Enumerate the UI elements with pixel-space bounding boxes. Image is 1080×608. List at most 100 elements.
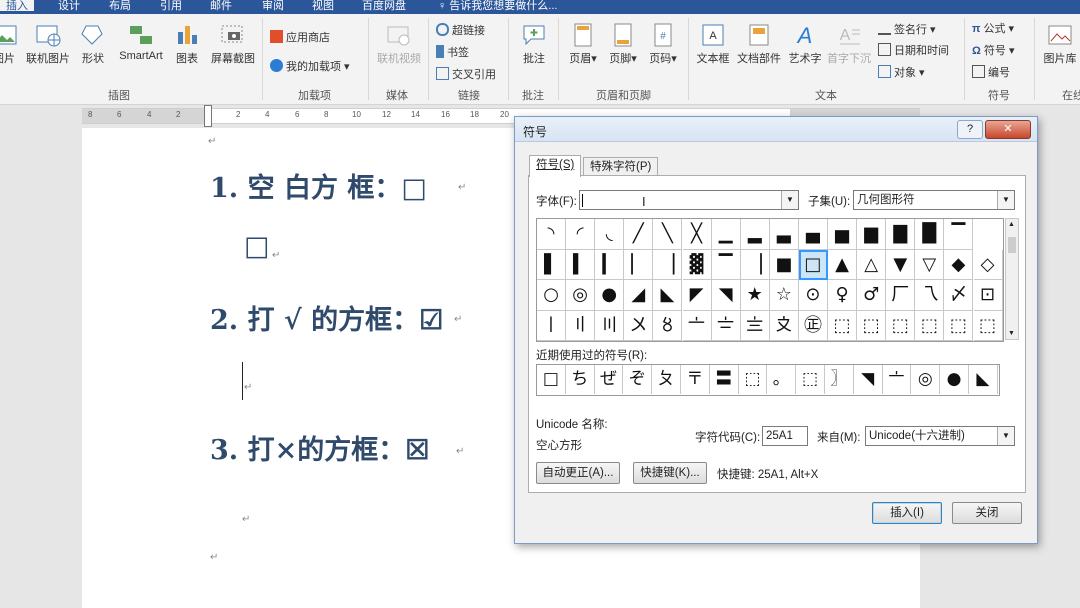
symbol-cell[interactable]: ◣ — [653, 280, 683, 311]
document-line-3[interactable]: 3. 打×的方框：☒ — [210, 428, 429, 467]
tab-review[interactable]: 审阅 — [262, 0, 284, 13]
symbol-cell[interactable]: ▄ — [798, 219, 828, 250]
symbol-cell[interactable]: ⬚ — [886, 310, 916, 341]
symbol-cell[interactable]: ▃ — [769, 219, 799, 250]
tab-layout[interactable]: 布局 — [109, 0, 131, 13]
symbol-cell[interactable]: △ — [857, 249, 887, 280]
symbol-cell[interactable]: ⬚ — [857, 310, 887, 341]
tab-design[interactable]: 设计 — [58, 0, 80, 13]
chevron-down-icon[interactable]: ▼ — [997, 427, 1014, 445]
scroll-up-icon[interactable]: ▲ — [1008, 221, 1015, 228]
drop-cap-button[interactable]: A 首字下沉 — [826, 22, 872, 66]
wordart-button[interactable]: A 艺术字 — [786, 22, 824, 66]
symbol-cell[interactable]: 〧 — [711, 310, 741, 341]
symbol-cell[interactable]: ▆ — [857, 219, 887, 250]
symbol-cell[interactable]: 〤 — [624, 310, 654, 341]
number-button[interactable]: 编号 — [972, 64, 1010, 80]
char-code-input[interactable]: 25A1 — [762, 426, 808, 446]
symbol-cell[interactable]: ◆ — [944, 249, 974, 280]
symbol-cell[interactable]: ╱ — [624, 219, 654, 250]
my-addins-button[interactable]: 我的加载项 ▾ — [270, 58, 350, 74]
scroll-down-icon[interactable]: ▼ — [1008, 330, 1015, 337]
close-window-button[interactable]: ✕ — [985, 120, 1031, 139]
symbol-cell[interactable]: 〩 — [769, 310, 799, 341]
symbol-cell[interactable]: 〡 — [537, 310, 567, 341]
recent-symbol-cell[interactable]: ㄆ — [652, 365, 681, 394]
symbol-cell[interactable]: ◇ — [973, 249, 1003, 280]
recent-symbol-cell[interactable]: 〗 — [825, 365, 854, 394]
recent-symbol-cell[interactable]: 〓 — [710, 365, 739, 394]
symbol-cell[interactable]: ▎ — [595, 249, 625, 280]
recent-symbol-cell[interactable]: 〦 — [883, 365, 912, 394]
equation-button[interactable]: π 公式 ▾ — [972, 20, 1014, 36]
symbol-cell[interactable]: ⊙ — [798, 280, 828, 311]
smartart-button[interactable]: SmartArt — [114, 22, 168, 62]
page-number-button[interactable]: # 页码▾ — [646, 22, 680, 66]
object-button[interactable]: 对象 ▾ — [878, 64, 925, 80]
symbol-cell[interactable]: ▁ — [711, 219, 741, 250]
symbol-cell[interactable]: ◜ — [566, 219, 596, 250]
cross-reference-button[interactable]: 交叉引用 — [436, 66, 496, 82]
symbol-cell[interactable]: ▽ — [915, 249, 945, 280]
symbol-button[interactable]: Ω 符号 ▾ — [972, 42, 1014, 58]
tab-baidu-netdisk[interactable]: 百度网盘 — [362, 0, 406, 13]
screenshot-button[interactable]: 屏幕截图 — [208, 22, 258, 66]
symbol-cell[interactable]: ◝ — [537, 219, 567, 250]
symbol-cell[interactable]: 〥 — [653, 310, 683, 341]
symbol-cell[interactable]: ◥ — [711, 280, 741, 311]
symbol-cell[interactable]: ▏ — [624, 249, 654, 280]
symbol-cell[interactable]: ◢ — [624, 280, 654, 311]
online-pictures-button[interactable]: 联机图片 — [22, 22, 74, 66]
tab-view[interactable]: 视图 — [312, 0, 334, 13]
symbol-grid-scrollbar[interactable]: ▲ ▼ — [1005, 218, 1019, 340]
symbol-cell[interactable]: ▂ — [740, 219, 770, 250]
symbol-cell[interactable]: ▅ — [828, 219, 858, 250]
symbol-cell[interactable]: ♀ — [828, 280, 858, 311]
symbol-cell[interactable]: ⬚ — [944, 310, 974, 341]
recent-symbol-cell[interactable]: ち — [566, 365, 595, 394]
header-button[interactable]: 页眉▾ — [566, 22, 600, 66]
recent-symbol-cell[interactable]: ぜ — [595, 365, 624, 394]
symbol-cell[interactable]: 厂 — [886, 280, 916, 311]
symbol-cell[interactable]: ▓ — [682, 249, 712, 280]
picture-button[interactable]: 图片 — [0, 22, 17, 66]
chevron-down-icon[interactable]: ▼ — [997, 191, 1014, 209]
date-time-button[interactable]: 日期和时间 — [878, 42, 949, 58]
close-button[interactable]: 关闭 — [952, 502, 1022, 524]
symbol-cell[interactable]: ▼ — [886, 249, 916, 280]
shortcut-key-button[interactable]: 快捷键(K)... — [633, 462, 707, 484]
symbol-cell[interactable]: □ — [798, 249, 828, 280]
symbol-cell[interactable]: ☆ — [769, 280, 799, 311]
recent-symbol-cell[interactable]: ぞ — [623, 365, 653, 394]
recent-symbol-cell[interactable]: ● — [940, 365, 969, 394]
shapes-button[interactable]: 形状 — [78, 22, 108, 66]
symbol-cell[interactable]: 〨 — [740, 310, 770, 341]
symbol-cell[interactable]: 〣 — [595, 310, 625, 341]
symbol-cell[interactable]: ㊣ — [798, 310, 828, 341]
symbol-cell[interactable]: █ — [915, 219, 945, 250]
tab-references[interactable]: 引用 — [160, 0, 182, 13]
document-line-1b[interactable]: □ — [244, 231, 270, 262]
symbol-cell[interactable]: ▌ — [537, 249, 567, 280]
picture-gallery-button[interactable]: 图片库 — [1040, 22, 1080, 66]
symbol-cell[interactable]: ╲ — [653, 219, 683, 250]
symbol-cell[interactable]: ▔ — [711, 249, 741, 280]
symbol-cell[interactable]: ⬚ — [915, 310, 945, 341]
chart-button[interactable]: 图表 — [172, 22, 202, 66]
symbol-cell[interactable]: ▲ — [828, 249, 858, 280]
symbol-cell[interactable]: ▔ — [944, 219, 974, 250]
tell-me-search[interactable]: ♀ 告诉我您想要做什么... — [438, 0, 557, 13]
recent-symbol-cell[interactable]: 〒 — [681, 365, 710, 394]
symbol-cell[interactable]: ◎ — [566, 280, 596, 311]
hyperlink-button[interactable]: 超链接 — [436, 22, 485, 38]
footer-button[interactable]: 页脚▾ — [606, 22, 640, 66]
help-button[interactable]: ? — [957, 120, 983, 139]
recent-symbol-cell[interactable]: □ — [537, 365, 566, 394]
symbol-cell[interactable]: ▕ — [740, 249, 770, 280]
recent-symbol-cell[interactable]: ◥ — [854, 365, 883, 394]
subset-select[interactable]: 几何图形符 ▼ — [853, 190, 1015, 210]
symbol-cell[interactable]: ♂ — [857, 280, 887, 311]
signature-line-button[interactable]: 签名行 ▾ — [878, 20, 936, 37]
symbol-cell[interactable]: ⊡ — [973, 280, 1003, 311]
font-select[interactable]: I ▼ — [579, 190, 799, 210]
